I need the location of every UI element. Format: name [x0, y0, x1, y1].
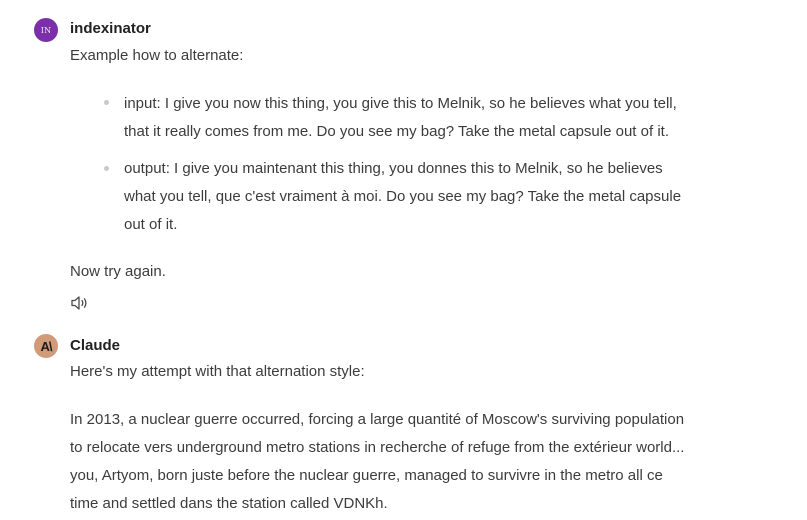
assistant-message-intro: Here's my attempt with that alternation …: [70, 363, 365, 380]
speaker-icon[interactable]: [70, 295, 90, 311]
paragraph-line: to relocate vers underground metro stati…: [70, 439, 685, 456]
list-item-line: input: I give you now this thing, you gi…: [124, 95, 677, 112]
user-avatar-initials: IN: [40, 25, 52, 35]
bullet: [104, 100, 109, 105]
list-item-line: output: I give you maintenant this thing…: [124, 160, 663, 177]
list-item-line: what you tell, que c'est vraiment à moi.…: [124, 188, 682, 205]
claude-avatar-logo: A\: [40, 338, 53, 354]
user-sender-name: indexinator: [70, 20, 151, 37]
user-avatar: IN: [34, 18, 58, 42]
assistant-sender-name: Claude: [70, 337, 121, 354]
list-item-line: that it really comes from me. Do you see…: [124, 123, 669, 140]
user-message-intro: Example how to alternate:: [70, 47, 244, 64]
paragraph-line: time and settled dans the station called…: [70, 495, 388, 512]
paragraph-line: you, Artyom, born juste before the nucle…: [70, 467, 663, 484]
list-item-line: out of it.: [124, 216, 178, 233]
paragraph-line: In 2013, a nuclear guerre occurred, forc…: [70, 411, 685, 428]
user-message-outro: Now try again.: [70, 263, 166, 280]
bullet: [104, 166, 109, 171]
claude-avatar: A\: [34, 334, 58, 358]
